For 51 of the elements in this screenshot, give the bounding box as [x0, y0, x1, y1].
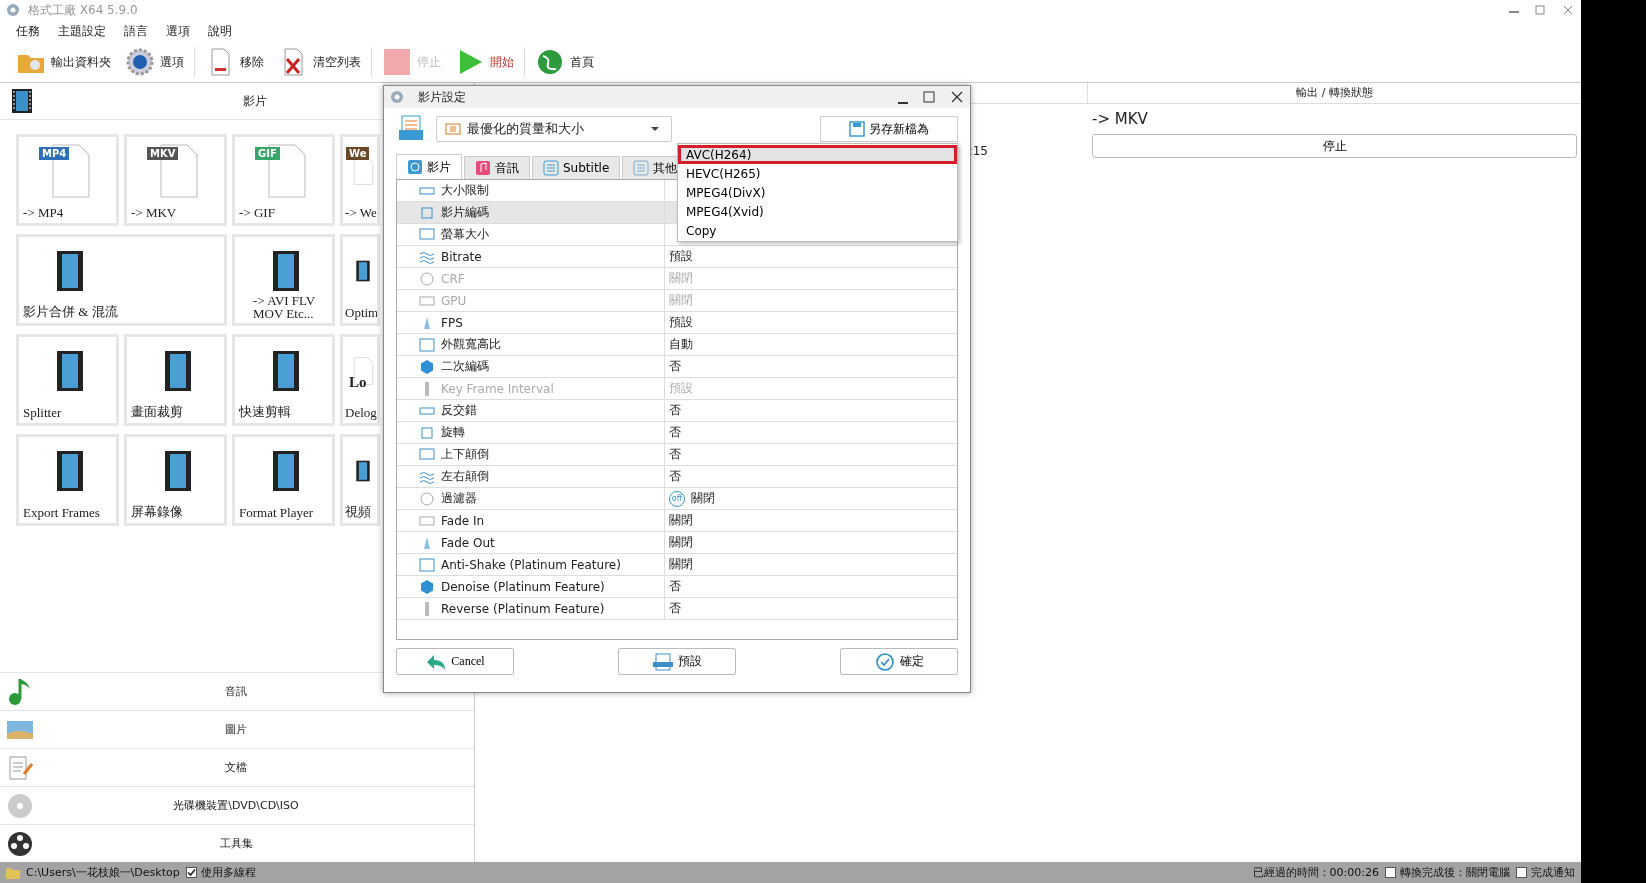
property-name: 左右顛倒: [441, 468, 489, 485]
property-value: 否: [669, 578, 681, 595]
property-name: 大小限制: [441, 182, 489, 199]
property-name: 反交錯: [441, 402, 477, 419]
property-value: 否: [669, 600, 681, 617]
property-name: Denoise (Platinum Feature): [441, 579, 605, 594]
window-title: 格式工廠 X64 5.9.0: [28, 1, 139, 19]
property-name: GPU: [441, 293, 467, 308]
column-header: 輸出 / 轉換狀態: [1295, 85, 1374, 101]
checkbox-label: 完成通知: [1531, 865, 1575, 880]
property-value: 否: [669, 424, 681, 441]
property-value: 關閉: [669, 270, 693, 287]
property-name: 影片編碼: [441, 204, 489, 221]
format-badge: MP4: [39, 147, 70, 160]
dialog-title: 影片設定: [418, 88, 467, 106]
logo-text: Lo: [348, 373, 368, 392]
property-name: 過濾器: [441, 490, 477, 507]
property-value: 預設: [669, 248, 693, 265]
checkbox-label: 使用多線程: [200, 865, 256, 880]
property-name: Fade Out: [441, 535, 495, 550]
property-value: 預設: [669, 314, 693, 331]
property-name: Fade In: [441, 513, 485, 528]
property-value: 自動: [669, 336, 693, 353]
property-value: 關閉: [669, 292, 693, 309]
elapsed-time: 已經過的時間：00:00:26: [1252, 865, 1379, 880]
property-name: 二次編碼: [441, 358, 489, 375]
checkbox-label: 轉換完成後：關閉電腦: [1400, 865, 1510, 880]
format-badge: MKV: [147, 147, 179, 160]
folder-path: C:\Users\一花枝娘一\Desktop: [26, 865, 180, 880]
property-value: 預設: [669, 380, 693, 397]
property-name: 上下顛倒: [441, 446, 489, 463]
property-name: 旋轉: [441, 424, 465, 441]
property-name: Key Frame Interval: [441, 381, 554, 396]
output-format-label: -> MKV: [1092, 110, 1149, 128]
property-value: 關閉: [669, 512, 693, 529]
property-value: 否: [669, 446, 681, 463]
property-value: 關閉: [691, 490, 715, 507]
format-badge: GIF: [255, 147, 280, 160]
property-name: Bitrate: [441, 249, 482, 264]
format-badge: We: [346, 147, 370, 160]
property-name: 外觀寬高比: [441, 336, 501, 353]
property-name: Reverse (Platinum Feature): [441, 601, 605, 616]
property-name: Anti-Shake (Platinum Feature): [441, 557, 621, 572]
property-name: CRF: [441, 271, 465, 286]
property-value: 否: [669, 468, 681, 485]
property-name: FPS: [441, 315, 463, 330]
property-value: 關閉: [669, 534, 693, 551]
property-value: 否: [669, 358, 681, 375]
property-value: 否: [669, 402, 681, 419]
property-name: 螢幕大小: [441, 226, 489, 243]
property-value: 關閉: [669, 556, 693, 573]
